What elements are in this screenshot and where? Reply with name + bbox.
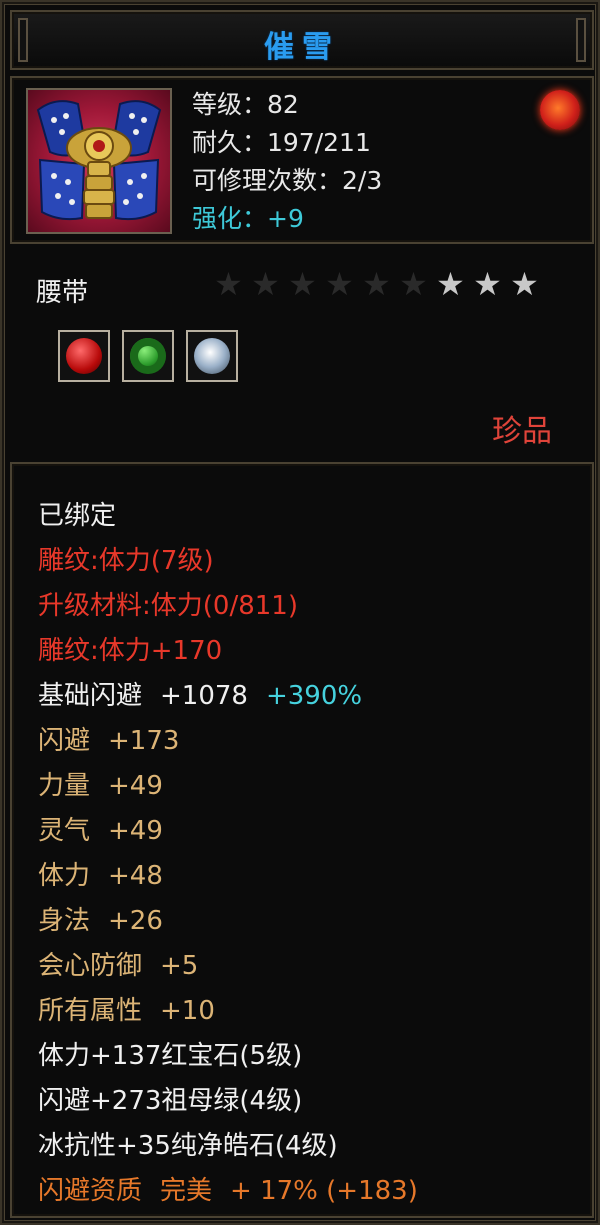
- aptitude-line: 闪避资质 完美 + 17% (+183): [38, 1169, 418, 1214]
- star-icon: ★: [214, 265, 243, 303]
- aptitude-value: + 17% (+183): [230, 1176, 418, 1206]
- gem-bonus: 闪避+273祖母绿(4级): [38, 1086, 303, 1116]
- aptitude-label: 闪避资质: [38, 1176, 143, 1206]
- stat-row: 体力 +48: [38, 854, 418, 899]
- stat-label: 身法: [38, 906, 91, 936]
- stat-label: 会心防御: [38, 951, 143, 981]
- stat-value: +173: [108, 726, 180, 756]
- stat-row: 闪避 +173: [38, 719, 418, 764]
- belt-icon[interactable]: [26, 88, 172, 234]
- stat-label: 体力: [38, 861, 91, 891]
- bound-status: 已绑定: [38, 501, 117, 531]
- item-durability: 耐久：197/211: [192, 128, 371, 157]
- gem-sockets: [58, 330, 238, 382]
- star-icon: ★: [399, 265, 428, 303]
- base-dodge-value: +1078: [160, 681, 248, 711]
- stat-value: +49: [108, 771, 163, 801]
- dragon-emblem-icon: [540, 90, 580, 130]
- star-icon: ★: [473, 265, 502, 303]
- item-name: 催雪: [264, 30, 340, 65]
- red-gem-icon[interactable]: [58, 330, 110, 382]
- title-bar: 催雪: [10, 10, 594, 70]
- star-icon: ★: [510, 265, 539, 303]
- stat-label: 闪避: [38, 726, 91, 756]
- star-icon: ★: [251, 265, 280, 303]
- green-gem-icon[interactable]: [122, 330, 174, 382]
- item-repair-count: 可修理次数：2/3: [192, 166, 383, 195]
- stat-row: 身法 +26: [38, 899, 418, 944]
- stat-value: +10: [160, 996, 215, 1026]
- upgrade-material: 升级材料:体力(0/811): [38, 591, 298, 621]
- stat-label: 力量: [38, 771, 91, 801]
- attribute-section: 已绑定 雕纹:体力(7级) 升级材料:体力(0/811) 雕纹:体力+170 基…: [10, 462, 594, 1218]
- engrave-line: 雕纹:体力(7级): [38, 546, 214, 576]
- stat-label: 灵气: [38, 816, 91, 846]
- white-gem-icon[interactable]: [186, 330, 238, 382]
- stat-row: 会心防御 +5: [38, 944, 418, 989]
- base-dodge-percent: +390%: [265, 681, 363, 711]
- stat-value: +5: [160, 951, 199, 981]
- stat-row: 所有属性 +10: [38, 989, 418, 1034]
- stat-value: +48: [108, 861, 163, 891]
- stat-row: 灵气 +49: [38, 809, 418, 854]
- item-type: 腰带: [36, 278, 89, 308]
- item-enhance: 强化：+9: [192, 204, 304, 233]
- star-icon: ★: [288, 265, 317, 303]
- gem-bonus: 体力+137红宝石(5级): [38, 1041, 303, 1071]
- item-level: 等级：82: [192, 90, 299, 119]
- star-icon: ★: [325, 265, 354, 303]
- base-dodge-label: 基础闪避: [38, 681, 143, 711]
- star-icon: ★: [436, 265, 465, 303]
- engrave-bonus: 雕纹:体力+170: [38, 636, 223, 666]
- stat-row: 力量 +49: [38, 764, 418, 809]
- stat-value: +26: [108, 906, 163, 936]
- stat-label: 所有属性: [38, 996, 143, 1026]
- star-icon: ★: [362, 265, 391, 303]
- star-rating: ★ ★ ★ ★ ★ ★ ★ ★ ★: [212, 268, 541, 301]
- gem-bonus: 冰抗性+35纯净皓石(4级): [38, 1131, 338, 1161]
- item-base-stats: 等级：82 耐久：197/211 可修理次数：2/3 强化：+9: [192, 86, 382, 238]
- aptitude-grade: 完美: [160, 1176, 213, 1206]
- base-dodge: 基础闪避 +1078 +390%: [38, 674, 418, 719]
- item-header: 等级：82 耐久：197/211 可修理次数：2/3 强化：+9: [10, 76, 594, 244]
- stat-value: +49: [108, 816, 163, 846]
- item-tooltip: 催雪 等级：82 耐久：197/211 可修理次数：2/3 强化：+9 腰带 ★…: [0, 0, 600, 1225]
- item-rarity: 珍品: [492, 414, 552, 449]
